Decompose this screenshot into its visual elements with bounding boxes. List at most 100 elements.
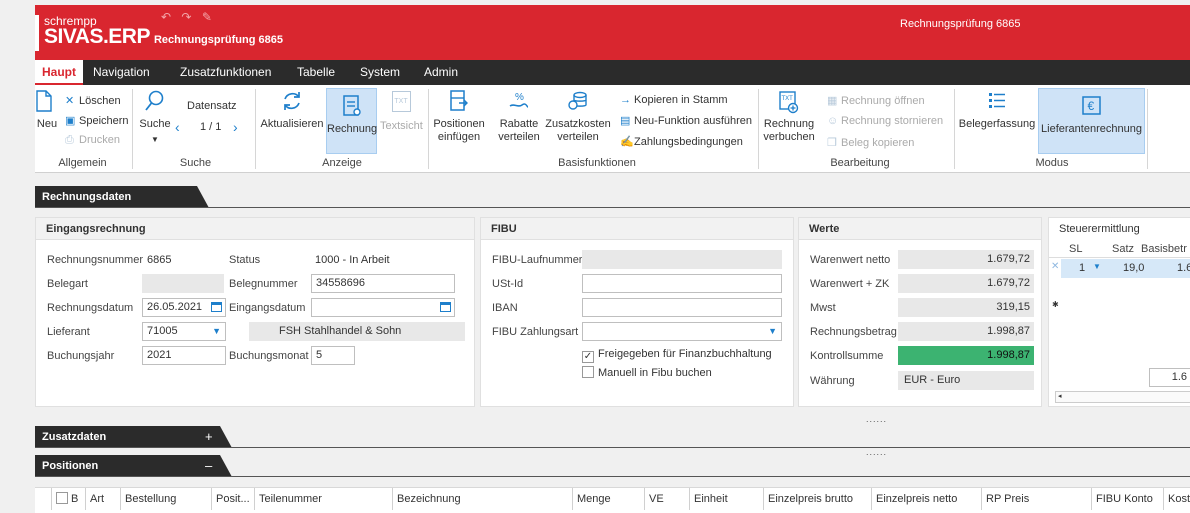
- undo-icon[interactable]: ↶: [161, 10, 171, 24]
- rechnung-view-button[interactable]: Rechnung: [326, 88, 377, 154]
- column-kostenstelle[interactable]: Kost: [1164, 488, 1190, 510]
- tab-system[interactable]: System: [360, 60, 400, 85]
- calendar-icon[interactable]: [211, 302, 222, 312]
- calendar-icon[interactable]: [440, 302, 451, 312]
- ribbon-separator: [255, 89, 256, 169]
- chevron-down-icon[interactable]: ▼: [1093, 262, 1101, 271]
- label-kontrollsumme: Kontrollsumme: [810, 350, 884, 362]
- open-invoice-button[interactable]: ▦ Rechnung öffnen: [827, 94, 925, 107]
- column-bezeichnung[interactable]: Bezeichnung: [393, 488, 573, 510]
- panel-werte: Werte Warenwert netto 1.679,72 Warenwert…: [798, 217, 1042, 407]
- horizontal-scrollbar[interactable]: ◂: [1055, 391, 1190, 403]
- textsicht-button[interactable]: TXT Textsicht: [380, 89, 423, 133]
- save-button[interactable]: ▣ Speichern: [65, 114, 129, 127]
- tax-grid-row[interactable]: 1 ▼ 19,0 1.6: [1061, 259, 1190, 278]
- logo-bar: [35, 15, 39, 51]
- ustid-input[interactable]: [582, 274, 782, 293]
- label-mwst: Mwst: [810, 302, 836, 314]
- belegnummer-input[interactable]: 34558696: [311, 274, 455, 293]
- column-position[interactable]: Posit...: [212, 488, 255, 510]
- rechnungsdatum-input[interactable]: 26.05.2021: [142, 298, 226, 317]
- column-b[interactable]: B: [52, 488, 86, 510]
- column-einzelpreis-netto[interactable]: Einzelpreis netto: [872, 488, 982, 510]
- search-button[interactable]: Suche ▼: [138, 89, 172, 146]
- panel-title: Steuerermittlung: [1059, 223, 1140, 235]
- ribbon: Neu ✕ Löschen ▣ Speichern ⎙ Drucken Allgeme…: [35, 85, 1190, 173]
- buchungsjahr-input[interactable]: 2021: [142, 346, 226, 365]
- eingangsdatum-input[interactable]: [311, 298, 455, 317]
- text-view-icon: TXT: [380, 91, 422, 117]
- post-invoice-button[interactable]: TXT Rechnung verbuchen: [761, 89, 817, 144]
- label-belegnummer: Belegnummer: [229, 278, 298, 290]
- user-cancel-icon: ☺: [827, 115, 839, 127]
- freigegeben-checkbox[interactable]: ✓ Freigegeben für Finanzbuchhaltung: [582, 348, 772, 363]
- tab-admin[interactable]: Admin: [424, 60, 458, 85]
- label-warenwert-netto: Warenwert netto: [810, 254, 891, 266]
- label-buchungsmonat: Buchungsmonat: [229, 350, 309, 362]
- column-satz[interactable]: Satz: [1112, 243, 1134, 255]
- previous-record-icon[interactable]: ‹: [175, 119, 180, 135]
- belegart-field: [142, 274, 224, 293]
- tab-zusatzfunktionen[interactable]: Zusatzfunktionen: [180, 60, 271, 85]
- distribute-discounts-button[interactable]: % Rabatte verteilen: [496, 89, 542, 144]
- column-menge[interactable]: Menge: [573, 488, 645, 510]
- cancel-invoice-button[interactable]: ☺ Rechnung stornieren: [827, 115, 943, 127]
- collapse-icon[interactable]: –: [205, 455, 212, 477]
- redo-icon[interactable]: ↷: [181, 10, 191, 24]
- delete-button[interactable]: ✕ Löschen: [65, 94, 121, 107]
- column-einheit[interactable]: Einheit: [690, 488, 764, 510]
- chevron-down-icon: ▼: [768, 326, 777, 336]
- copy-to-master-button[interactable]: → Kopieren in Stamm: [620, 94, 728, 106]
- column-sl[interactable]: SL: [1069, 243, 1082, 255]
- column-ve[interactable]: VE: [645, 488, 690, 510]
- tab-tabelle[interactable]: Tabelle: [297, 60, 335, 85]
- new-button[interactable]: Neu: [35, 89, 59, 131]
- splitter-dots[interactable]: ......: [866, 414, 887, 424]
- tab-navigation[interactable]: Navigation: [93, 60, 150, 85]
- checkbox-unchecked-icon: [582, 366, 594, 378]
- fibu-zahlungsart-dropdown[interactable]: ▼: [582, 322, 782, 341]
- manuell-checkbox[interactable]: Manuell in Fibu buchen: [582, 366, 712, 379]
- function-icon: ▤: [620, 115, 631, 127]
- section-header-zusatzdaten: Zusatzdaten +: [35, 426, 1190, 448]
- next-record-icon[interactable]: ›: [233, 119, 238, 135]
- column-bestellung[interactable]: Bestellung: [121, 488, 212, 510]
- supplier-invoice-button[interactable]: € Lieferantenrechnung: [1038, 88, 1145, 154]
- new-row-icon: ✱: [1052, 300, 1059, 309]
- copy-document-button[interactable]: ❐ Beleg kopieren: [827, 136, 914, 149]
- expand-icon[interactable]: +: [205, 426, 213, 448]
- document-entry-button[interactable]: Belegerfassung: [957, 89, 1037, 131]
- close-icon[interactable]: ✕: [1051, 261, 1059, 272]
- buchungsmonat-input[interactable]: 5: [311, 346, 355, 365]
- edit-icon[interactable]: ✎: [202, 10, 212, 24]
- tab-haupt[interactable]: Haupt: [35, 60, 83, 85]
- column-fibu-konto[interactable]: FIBU Konto: [1092, 488, 1164, 510]
- brand-subtitle: Rechnungsprüfung 6865: [153, 34, 283, 46]
- column-art[interactable]: Art: [86, 488, 121, 510]
- select-all-checkbox[interactable]: [56, 492, 68, 504]
- iban-input[interactable]: [582, 298, 782, 317]
- run-new-function-button[interactable]: ▤ Neu-Funktion ausführen: [620, 114, 752, 127]
- refresh-button[interactable]: Aktualisieren: [259, 89, 325, 131]
- print-button[interactable]: ⎙ Drucken: [65, 134, 120, 147]
- menu-bar: Haupt Navigation Zusatzfunktionen Tabell…: [35, 60, 1190, 85]
- distribute-extra-costs-button[interactable]: Zusatzkosten verteilen: [545, 89, 611, 144]
- section-title: Rechnungsdaten: [35, 186, 209, 208]
- label-rechnungsbetrag: Rechnungsbetrag: [810, 326, 897, 338]
- ribbon-separator: [954, 89, 955, 169]
- refresh-icon: [259, 89, 325, 115]
- payment-terms-button[interactable]: ✍Zahlungsbedingungen: [620, 135, 743, 148]
- column-teilenummer[interactable]: Teilenummer: [255, 488, 393, 510]
- label-buchungsjahr: Buchungsjahr: [47, 350, 115, 362]
- column-basisbetrag[interactable]: Basisbetr: [1141, 243, 1187, 255]
- row-selector-column: [35, 488, 52, 510]
- column-einzelpreis-brutto[interactable]: Einzelpreis brutto: [764, 488, 872, 510]
- panel-steuerermittlung: Steuerermittlung SL Satz Basisbetr 1 ▼ 1…: [1048, 217, 1190, 407]
- insert-positions-button[interactable]: Positionen einfügen: [432, 89, 486, 144]
- svg-text:%: %: [515, 92, 524, 103]
- chevron-down-icon: ▼: [151, 135, 159, 144]
- group-label-anzeige: Anzeige: [322, 157, 362, 169]
- svg-text:€: €: [1087, 99, 1094, 113]
- column-rp-preis[interactable]: RP Preis: [982, 488, 1092, 510]
- lieferant-dropdown[interactable]: 71005 ▼: [142, 322, 226, 341]
